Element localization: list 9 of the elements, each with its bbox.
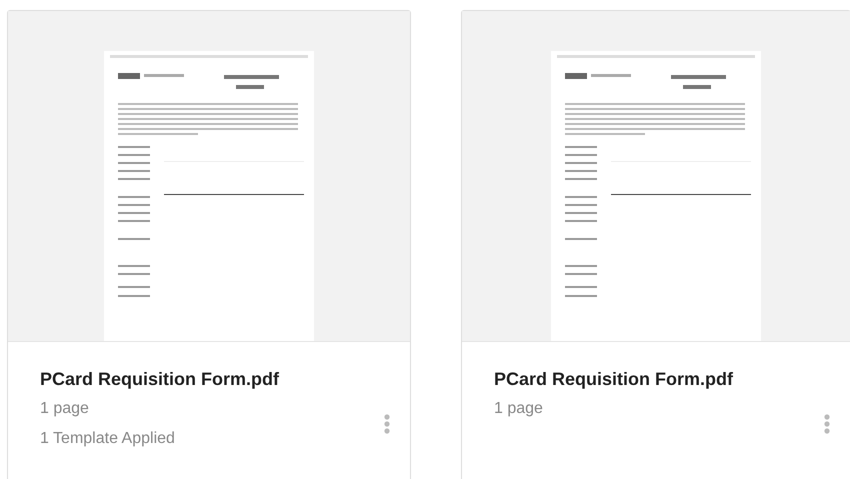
file-card[interactable]: PCard Requisition Form.pdf 1 page: [461, 10, 850, 479]
template-status: 1 Template Applied: [40, 430, 176, 448]
page-count: 1 page: [40, 400, 90, 418]
file-name: PCard Requisition Form.pdf: [40, 369, 280, 390]
page-count: 1 page: [494, 400, 544, 418]
more-options-icon[interactable]: [824, 414, 830, 434]
more-options-icon[interactable]: [384, 414, 390, 434]
file-name: PCard Requisition Form.pdf: [494, 369, 734, 390]
file-card[interactable]: PCard Requisition Form.pdf 1 page 1 Template Applied: [7, 10, 411, 479]
